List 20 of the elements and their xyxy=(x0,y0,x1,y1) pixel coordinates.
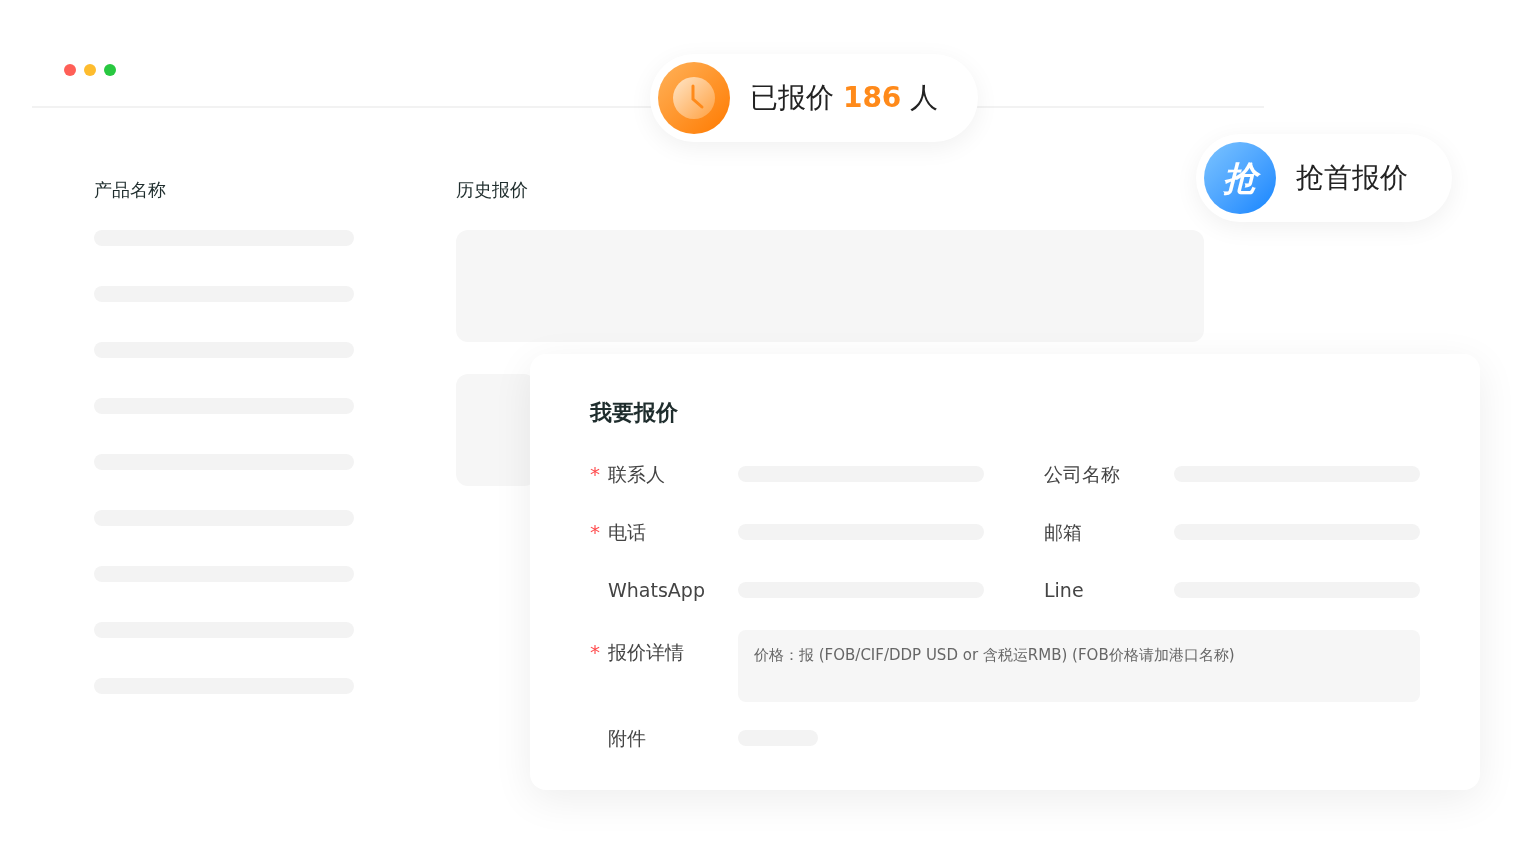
field-label: 公司名称 xyxy=(1044,461,1120,487)
clock-icon xyxy=(658,62,730,134)
required-asterisk: * xyxy=(590,464,601,484)
field-label: Line xyxy=(1044,577,1084,603)
field-label: 电话 xyxy=(608,519,646,545)
field-label: 邮箱 xyxy=(1044,519,1082,545)
required-asterisk: * xyxy=(590,642,601,662)
field-label: 联系人 xyxy=(608,461,665,487)
form-title: 我要报价 xyxy=(590,399,678,427)
quote-count-text: 已报价 186 人 xyxy=(750,80,939,116)
grab-icon: 抢 xyxy=(1204,142,1276,214)
first-quote-label: 抢首报价 xyxy=(1296,160,1408,196)
details-field[interactable]: 价格：报 (FOB/CIF/DDP USD or 含税运RMB) (FOB价格请加港口名称) xyxy=(738,630,1420,702)
required-asterisk: * xyxy=(590,522,601,542)
first-quote-badge[interactable]: 抢 抢首报价 xyxy=(1196,134,1452,222)
column-title: 历史报价 xyxy=(456,178,528,202)
field-label: 报价详情 xyxy=(608,639,684,665)
field-label: WhatsApp xyxy=(608,577,705,603)
column-title: 产品名称 xyxy=(94,178,166,202)
field-label: 附件 xyxy=(608,725,646,751)
